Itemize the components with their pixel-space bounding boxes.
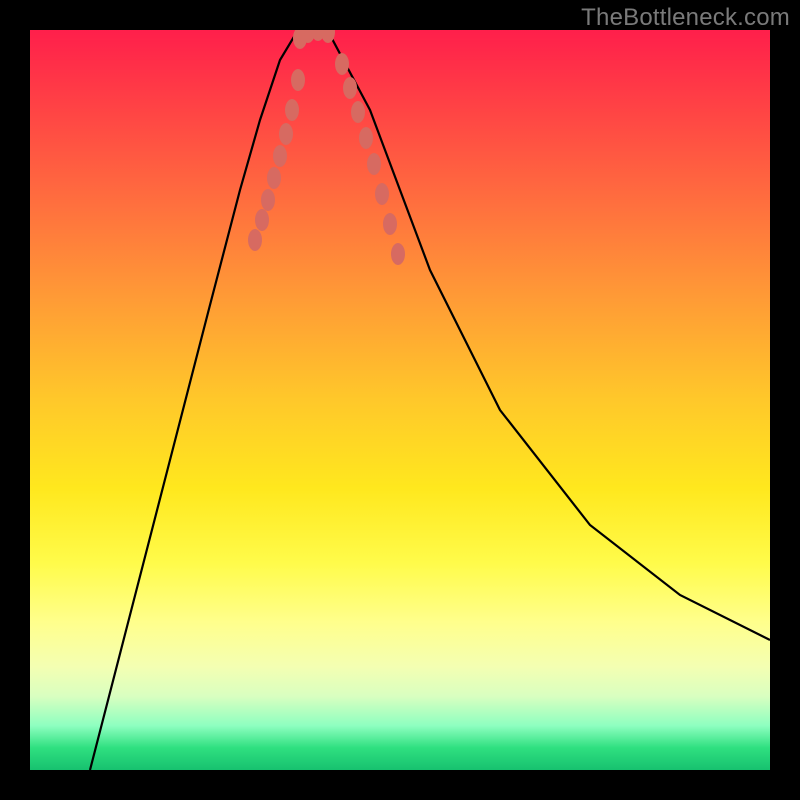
curve-marker [248,229,262,251]
curve-marker [285,99,299,121]
watermark-text: TheBottleneck.com [581,4,790,32]
curve-markers [248,30,405,265]
curve-marker [291,69,305,91]
curve-line [90,30,770,770]
curve-marker [383,213,397,235]
curve-marker [375,183,389,205]
curve-marker [267,167,281,189]
curve-marker [261,189,275,211]
curve-marker [359,127,373,149]
bottleneck-curve [30,30,770,770]
curve-marker [351,101,365,123]
curve-marker [273,145,287,167]
curve-marker [335,53,349,75]
curve-marker [343,77,357,99]
plot-area [30,30,770,770]
chart-frame: TheBottleneck.com [0,0,800,800]
curve-marker [279,123,293,145]
curve-marker [255,209,269,231]
curve-marker [367,153,381,175]
curve-marker [391,243,405,265]
